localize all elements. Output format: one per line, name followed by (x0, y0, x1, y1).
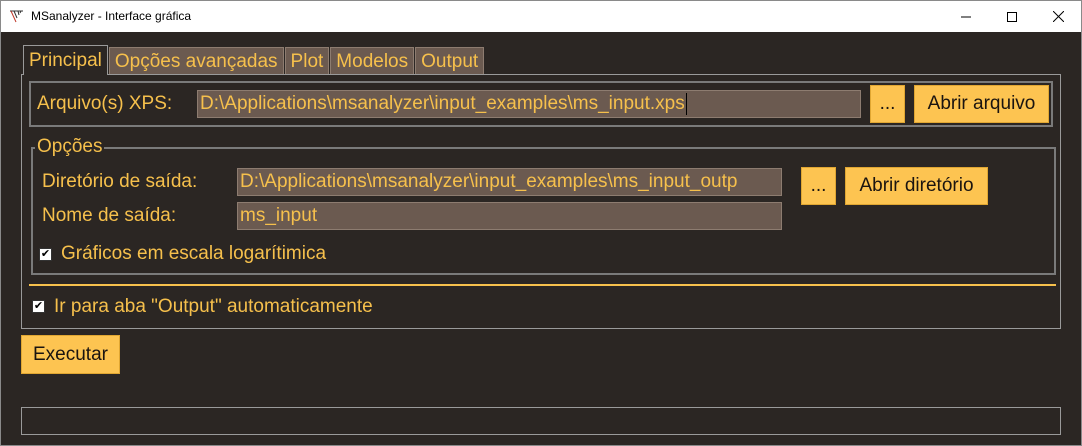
close-icon (1052, 11, 1064, 22)
execute-button[interactable]: Executar (21, 335, 120, 374)
xps-file-label: Arquivo(s) XPS: (37, 93, 173, 114)
output-dir-value: D:\Applications\msanalyzer\input_example… (240, 171, 738, 192)
progress-bar (21, 407, 1061, 435)
auto-output-checkbox[interactable]: ✔ (32, 300, 45, 313)
tab-modelos[interactable]: Modelos (330, 47, 415, 74)
separator (29, 284, 1056, 286)
tab-output[interactable]: Output (415, 47, 485, 74)
tab-plot[interactable]: Plot (284, 47, 330, 74)
title-bar: MSanalyzer - Interface gráfica (1, 1, 1081, 32)
close-button[interactable] (1035, 1, 1081, 32)
maximize-icon (1007, 11, 1017, 22)
log-scale-label: Gráficos em escala logarítimica (61, 243, 327, 264)
app-window: MSanalyzer - Interface gráfica Principal… (0, 0, 1082, 446)
log-scale-checkbox[interactable]: ✔ (39, 248, 52, 261)
xps-file-value: D:\Applications\msanalyzer\input_example… (200, 93, 685, 114)
open-directory-button[interactable]: Abrir diretório (845, 167, 988, 205)
text-caret (685, 92, 687, 115)
output-name-label: Nome de saída: (42, 205, 177, 226)
minimize-button[interactable] (943, 1, 989, 32)
output-dir-label: Diretório de saída: (42, 171, 198, 192)
xps-browse-button[interactable]: ... (870, 85, 905, 123)
output-dir-browse-button[interactable]: ... (801, 167, 836, 205)
options-legend: Opções (35, 136, 105, 158)
output-dir-input[interactable]: D:\Applications\msanalyzer\input_example… (237, 168, 782, 196)
app-logo-icon (10, 10, 23, 23)
tab-principal[interactable]: Principal (23, 45, 108, 75)
minimize-icon (961, 16, 971, 17)
auto-output-label: Ir para aba "Output" automaticamente (54, 296, 373, 317)
open-file-button[interactable]: Abrir arquivo (914, 85, 1049, 123)
tab-bar: Principal Opções avançadas Plot Modelos … (23, 45, 485, 75)
tab-opcoes-avancadas[interactable]: Opções avançadas (108, 47, 284, 74)
maximize-button[interactable] (989, 1, 1035, 32)
output-name-input[interactable]: ms_input (237, 202, 782, 230)
output-name-value: ms_input (240, 205, 318, 226)
xps-file-input[interactable]: D:\Applications\msanalyzer\input_example… (197, 90, 861, 118)
window-title: MSanalyzer - Interface gráfica (31, 9, 192, 23)
